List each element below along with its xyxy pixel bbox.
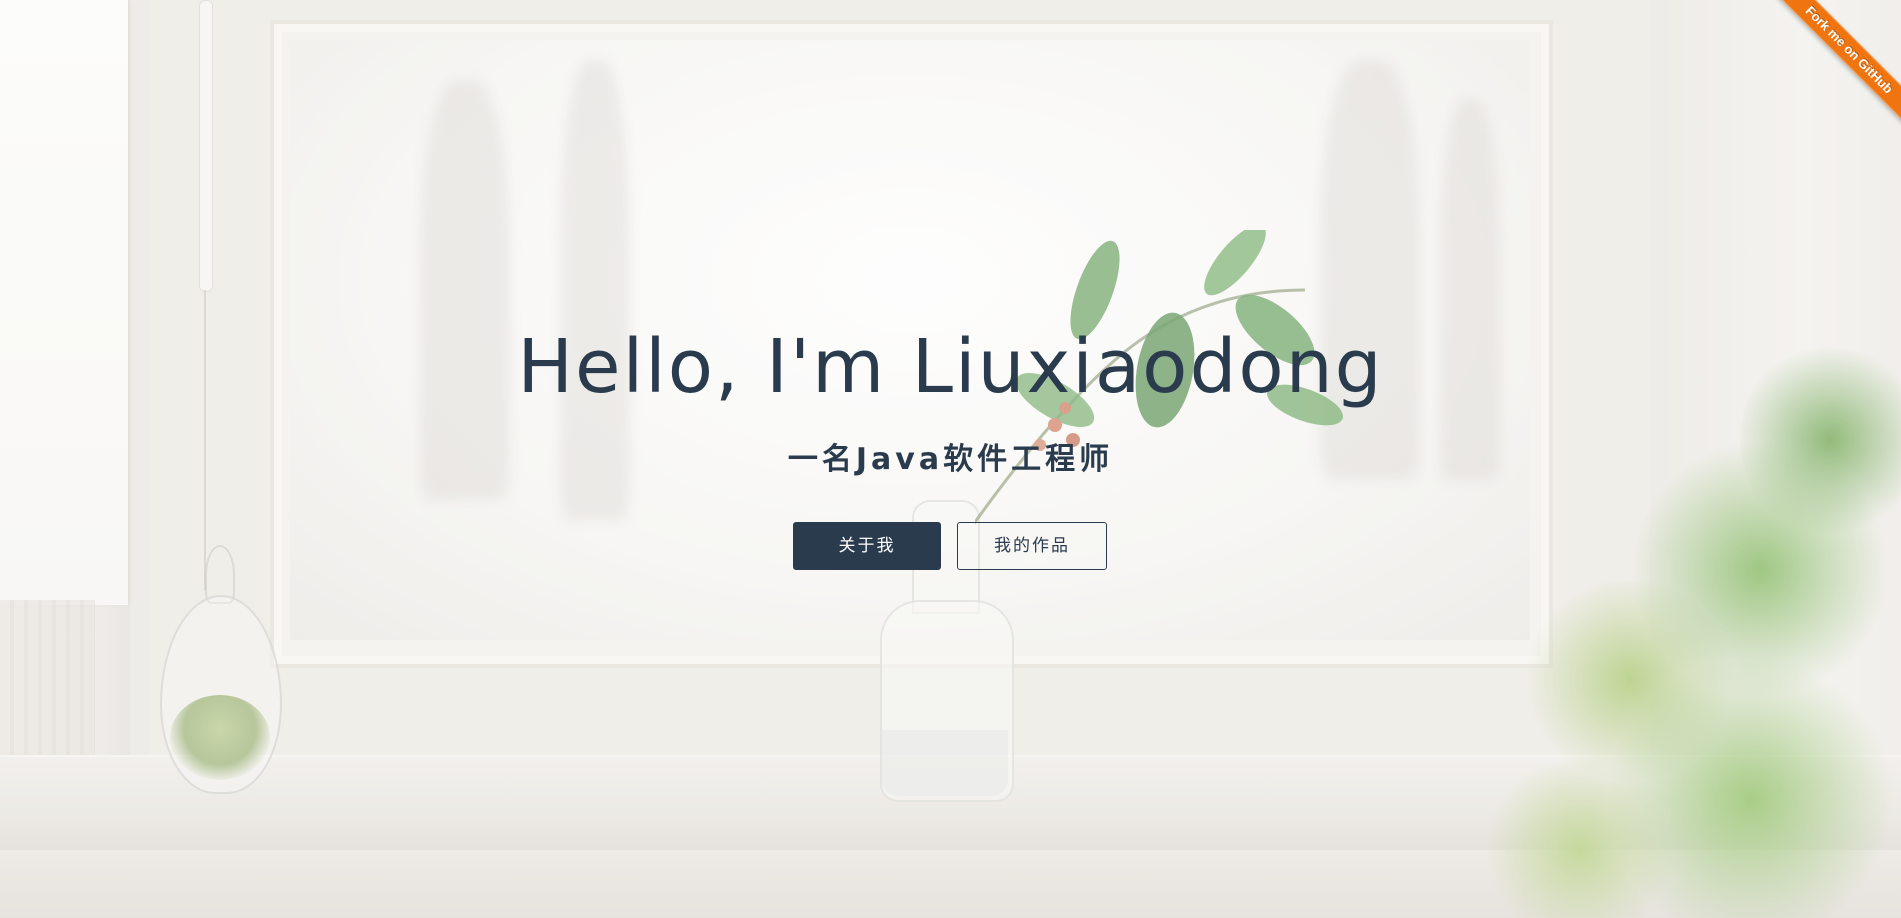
hero-section: Hello, I'm Liuxiaodong 一名Java软件工程师 关于我 我… <box>0 0 1901 918</box>
github-ribbon-container: Fork me on GitHub <box>1761 0 1901 140</box>
about-me-button[interactable]: 关于我 <box>793 522 941 570</box>
fork-me-on-github-ribbon[interactable]: Fork me on GitHub <box>1769 0 1901 130</box>
hero-title: Hello, I'm Liuxiaodong <box>517 324 1384 410</box>
hero-subtitle: 一名Java软件工程师 <box>787 442 1114 477</box>
my-works-button[interactable]: 我的作品 <box>957 522 1107 570</box>
hero-button-group: 关于我 我的作品 <box>793 522 1113 572</box>
